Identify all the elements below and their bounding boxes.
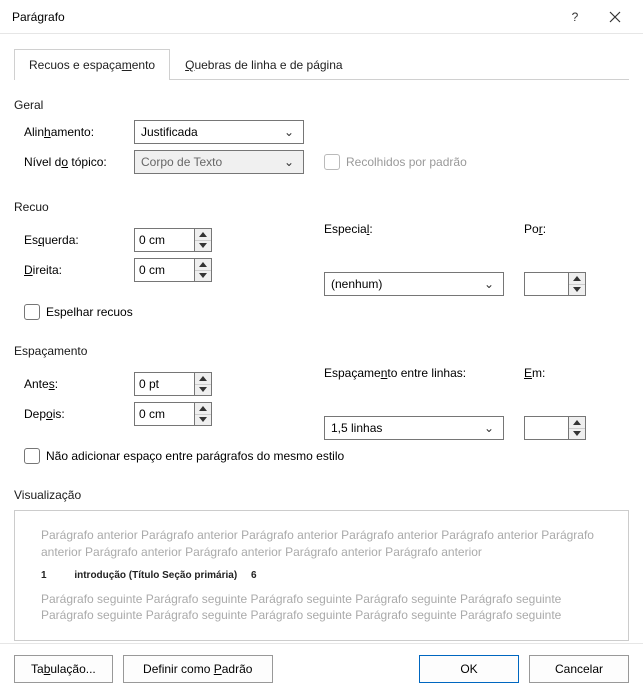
titlebar: Parágrafo ?: [0, 0, 643, 34]
space-before-spinner[interactable]: [134, 372, 212, 396]
collapsed-by-default-checkbox: [324, 154, 340, 170]
mirror-indents-label: Espelhar recuos: [46, 305, 133, 319]
no-add-space-checkbox[interactable]: [24, 448, 40, 464]
space-after-input[interactable]: [134, 402, 194, 426]
spinner-down-icon[interactable]: [195, 271, 211, 282]
special-indent-value: (nenhum): [331, 277, 382, 291]
spinner-down-icon[interactable]: [195, 241, 211, 252]
help-button[interactable]: ?: [555, 0, 595, 34]
group-indent-label: Recuo: [14, 200, 629, 214]
outline-level-select[interactable]: Corpo de Texto ⌄: [134, 150, 304, 174]
outline-level-label: Nível do tópico:: [24, 155, 134, 169]
spinner-up-icon[interactable]: [195, 229, 211, 241]
space-before-input[interactable]: [134, 372, 194, 396]
set-default-button[interactable]: Definir como Padrão: [123, 655, 273, 683]
indent-right-input[interactable]: [134, 258, 194, 282]
ok-button[interactable]: OK: [419, 655, 519, 683]
group-preview-label: Visualização: [14, 488, 629, 502]
preview-sample-text: 1 introdução (Título Seção primária) 6: [41, 569, 602, 583]
spinner-up-icon[interactable]: [195, 373, 211, 385]
dialog-footer: Tabulação... Definir como Padrão OK Canc…: [0, 643, 643, 693]
preview-prev-text: Parágrafo anterior Parágrafo anterior Pa…: [41, 527, 602, 561]
mirror-indents-checkbox[interactable]: [24, 304, 40, 320]
spinner-up-icon[interactable]: [569, 417, 585, 429]
preview-box: Parágrafo anterior Parágrafo anterior Pa…: [14, 510, 629, 641]
spinner-down-icon[interactable]: [569, 429, 585, 440]
indent-left-label: Esquerda:: [24, 233, 134, 247]
special-indent-select[interactable]: (nenhum) ⌄: [324, 272, 504, 296]
tab-indent-spacing[interactable]: Recuos e espaçamento: [14, 49, 170, 80]
spacing-at-spinner[interactable]: [524, 416, 629, 440]
spinner-down-icon[interactable]: [195, 415, 211, 426]
dialog-title: Parágrafo: [12, 10, 555, 24]
spinner-down-icon[interactable]: [195, 385, 211, 396]
chevron-down-icon: ⌄: [481, 421, 497, 435]
spacing-at-label: Em:: [524, 366, 629, 380]
indent-by-input[interactable]: [524, 272, 568, 296]
chevron-down-icon: ⌄: [481, 277, 497, 291]
indent-right-spinner[interactable]: [134, 258, 212, 282]
tab-indent-spacing-label: Recuos e espaçamento: [29, 58, 155, 72]
indent-left-spinner[interactable]: [134, 228, 212, 252]
tabs-button-label: Tabulação...: [31, 662, 96, 676]
alignment-select[interactable]: Justificada ⌄: [134, 120, 304, 144]
line-spacing-value: 1,5 linhas: [331, 421, 382, 435]
indent-right-label: Direita:: [24, 263, 134, 277]
spacing-at-input[interactable]: [524, 416, 568, 440]
line-spacing-label: Espaçamento entre linhas:: [324, 366, 524, 380]
indent-by-label: Por:: [524, 222, 629, 236]
tab-line-page-breaks-label: Quebras de linha e de página: [185, 58, 342, 72]
line-spacing-select[interactable]: 1,5 linhas ⌄: [324, 416, 504, 440]
spinner-up-icon[interactable]: [195, 259, 211, 271]
special-indent-label: Especial:: [324, 222, 524, 236]
chevron-down-icon: ⌄: [281, 155, 297, 169]
preview-next-text: Parágrafo seguinte Parágrafo seguinte Pa…: [41, 591, 602, 625]
group-spacing-label: Espaçamento: [14, 344, 629, 358]
cancel-button-label: Cancelar: [555, 662, 603, 676]
tab-strip: Recuos e espaçamento Quebras de linha e …: [14, 48, 629, 80]
close-button[interactable]: [595, 0, 635, 34]
space-after-label: Depois:: [24, 407, 134, 421]
ok-button-label: OK: [460, 662, 477, 676]
alignment-label: Alinhamento:: [24, 125, 134, 139]
indent-left-input[interactable]: [134, 228, 194, 252]
spinner-up-icon[interactable]: [195, 403, 211, 415]
space-before-label: Antes:: [24, 377, 134, 391]
tab-line-page-breaks[interactable]: Quebras de linha e de página: [170, 49, 357, 80]
outline-level-value: Corpo de Texto: [141, 155, 222, 169]
alignment-value: Justificada: [141, 125, 198, 139]
group-general-label: Geral: [14, 98, 629, 112]
space-after-spinner[interactable]: [134, 402, 212, 426]
indent-by-spinner[interactable]: [524, 272, 629, 296]
spinner-down-icon[interactable]: [569, 285, 585, 296]
no-add-space-label: Não adicionar espaço entre parágrafos do…: [46, 449, 344, 463]
chevron-down-icon: ⌄: [281, 125, 297, 139]
set-default-button-label: Definir como Padrão: [143, 662, 252, 676]
spinner-up-icon[interactable]: [569, 273, 585, 285]
tabs-button[interactable]: Tabulação...: [14, 655, 113, 683]
collapsed-by-default-label: Recolhidos por padrão: [346, 155, 467, 169]
cancel-button[interactable]: Cancelar: [529, 655, 629, 683]
